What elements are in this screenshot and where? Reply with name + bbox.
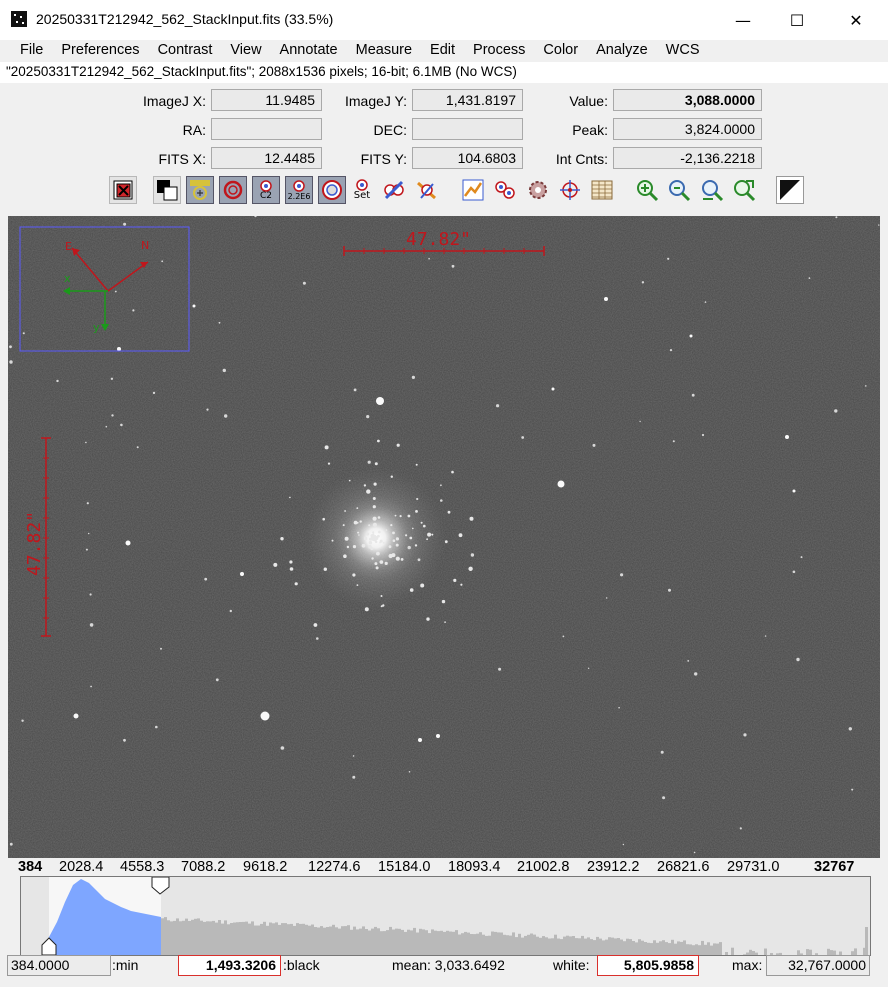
app-icon [11,11,27,27]
fits-y-field: 104.6803 [412,147,523,169]
star-field: E N x y 47.82" 47.82" [8,216,880,858]
window-title: 20250331T212942_562_StackInput.fits (33.… [36,11,334,27]
clear-overlay-icon[interactable] [413,176,441,204]
set-aperture-icon[interactable]: Set [348,176,376,204]
axis-tick-2: 4558.3 [120,859,165,875]
int-cnts-label: Int Cnts: [555,151,608,167]
plot-icon[interactable] [459,176,487,204]
name-aperture-icon[interactable] [186,176,214,204]
imagej-x-label: ImageJ X: [142,93,206,109]
black-field[interactable]: 1,493.3206 [178,955,281,976]
min-label: :min [112,957,139,973]
compass-y-label: y [93,321,100,334]
close-window-button[interactable]: ✕ [829,0,883,40]
contrast-icon[interactable] [776,176,804,204]
axis-tick-0: 384 [18,859,43,875]
c2-label: C2 [259,190,272,201]
menu-bar: File Preferences Contrast View Annotate … [0,40,888,62]
peak-label: Peak: [572,122,608,138]
invert-icon[interactable] [153,176,181,204]
fits-x-label: FITS X: [158,151,206,167]
compass-x-label: x [64,272,71,285]
close-image-icon[interactable] [109,176,137,204]
scale-vertical-label: 47.82" [24,511,45,576]
image-info-line: "20250331T212942_562_StackInput.fits"; 2… [0,62,888,83]
target-icon[interactable] [556,176,584,204]
annulus-icon[interactable] [318,176,346,204]
mean-text: mean: 3,033.6492 [392,957,505,973]
axis-tick-5: 12274.6 [308,859,361,875]
centroid-aperture-icon[interactable]: 2.2E6 [285,176,313,204]
scale-horizontal-label: 47.82" [406,229,471,250]
histogram-bars [41,876,868,956]
table-icon[interactable] [588,176,616,204]
compass-east-label: E [65,240,72,253]
value-label: Value: [569,93,608,109]
c2e6-label: 2.2E6 [287,191,311,201]
value-field: 3,088.0000 [613,89,762,111]
multi-aperture-icon[interactable] [491,176,519,204]
white-label: white: [553,957,590,973]
clear-apertures-icon[interactable] [380,176,408,204]
min-field[interactable]: 384.0000 [7,955,111,976]
menu-preferences[interactable]: Preferences [52,40,148,62]
aperture-icon[interactable] [219,176,247,204]
menu-edit[interactable]: Edit [421,40,464,62]
gear-aperture-icon[interactable] [524,176,552,204]
axis-tick-4: 9618.2 [243,859,288,875]
menu-measure[interactable]: Measure [347,40,421,62]
zoom-out-icon[interactable] [698,176,726,204]
white-field[interactable]: 5,805.9858 [597,955,699,976]
peak-field: 3,824.0000 [613,118,762,140]
menu-wcs[interactable]: WCS [657,40,709,62]
axis-tick-6: 15184.0 [378,859,431,875]
imagej-y-field: 1,431.8197 [412,89,523,111]
axis-tick-10: 26821.6 [657,859,710,875]
histogram[interactable] [20,876,871,956]
fits-y-label: FITS Y: [360,151,407,167]
set-label: Set [353,190,371,201]
menu-color[interactable]: Color [534,40,587,62]
menu-analyze[interactable]: Analyze [587,40,657,62]
dec-field [412,118,523,140]
maximize-button[interactable]: ☐ [770,0,824,40]
max-label: max: [732,957,763,973]
compass-north-label: N [141,239,149,252]
ra-field [211,118,322,140]
menu-process[interactable]: Process [464,40,534,62]
axis-tick-12: 32767 [814,859,855,875]
axis-tick-11: 29731.0 [727,859,780,875]
image-viewport[interactable]: E N x y 47.82" 47.82" [8,216,880,858]
axis-tick-9: 23912.2 [587,859,640,875]
black-label: :black [283,957,320,973]
c2-aperture-icon[interactable]: C2 [252,176,280,204]
minimize-button[interactable]: — [716,0,770,40]
axis-tick-3: 7088.2 [181,859,226,875]
menu-annotate[interactable]: Annotate [271,40,347,62]
histogram-axis: 384 2028.4 4558.3 7088.2 9618.2 12274.6 … [18,859,858,877]
menu-view[interactable]: View [221,40,270,62]
imagej-y-label: ImageJ Y: [344,93,407,109]
ra-label: RA: [182,122,206,138]
zoom-in-alt-icon[interactable] [665,176,693,204]
fits-x-field: 12.4485 [211,147,322,169]
axis-tick-1: 2028.4 [59,859,104,875]
zoom-in-icon[interactable] [633,176,661,204]
max-field[interactable]: 32,767.0000 [766,955,870,976]
zoom-fit-icon[interactable] [730,176,758,204]
menu-file[interactable]: File [11,40,52,62]
int-cnts-field: -2,136.2218 [613,147,762,169]
title-bar: 20250331T212942_562_StackInput.fits (33.… [0,0,888,40]
axis-tick-8: 21002.8 [517,859,570,875]
axis-tick-7: 18093.4 [448,859,501,875]
imagej-x-field: 11.9485 [211,89,322,111]
menu-contrast[interactable]: Contrast [149,40,222,62]
dec-label: DEC: [373,122,407,138]
